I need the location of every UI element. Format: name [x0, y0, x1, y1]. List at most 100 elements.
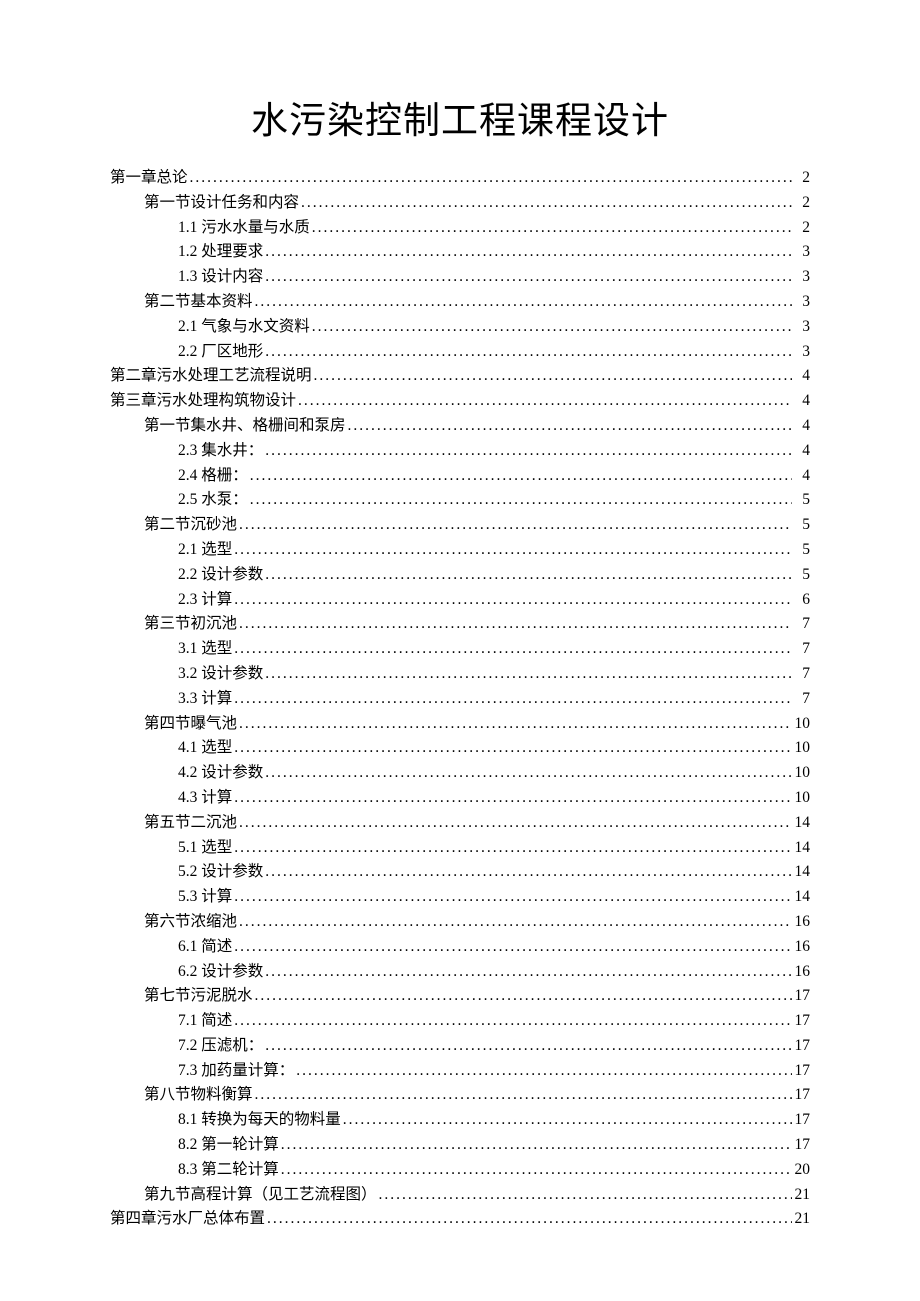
toc-entry[interactable]: 2.5 水泵：5	[110, 488, 810, 513]
toc-entry[interactable]: 第三章污水处理构筑物设计4	[110, 389, 810, 414]
toc-entry-label: 第一章总论	[110, 166, 188, 191]
toc-entry[interactable]: 第一节集水井、格栅间和泵房4	[110, 414, 810, 439]
toc-leader-dots	[253, 984, 792, 1009]
toc-entry-label: 2.5 水泵：	[178, 488, 248, 513]
toc-leader-dots	[232, 538, 792, 563]
toc-entry-label: 3.2 设计参数	[178, 662, 263, 687]
toc-leader-dots	[310, 216, 792, 241]
toc-entry-label: 2.3 计算	[178, 588, 232, 613]
toc-entry[interactable]: 2.2 设计参数5	[110, 563, 810, 588]
toc-entry-page: 21	[792, 1207, 810, 1232]
toc-leader-dots	[253, 1083, 792, 1108]
toc-entry-page: 5	[792, 563, 810, 588]
toc-entry[interactable]: 5.2 设计参数14	[110, 860, 810, 885]
toc-leader-dots	[263, 960, 792, 985]
toc-entry-label: 第四章污水厂总体布置	[110, 1207, 265, 1232]
toc-entry-label: 3.1 选型	[178, 637, 232, 662]
toc-entry-page: 2	[792, 216, 810, 241]
toc-entry-page: 14	[792, 836, 810, 861]
toc-entry-page: 16	[792, 935, 810, 960]
toc-leader-dots	[232, 786, 792, 811]
toc-entry-label: 8.3 第二轮计算	[178, 1158, 279, 1183]
toc-entry-page: 16	[792, 910, 810, 935]
toc-leader-dots	[232, 637, 792, 662]
toc-entry[interactable]: 6.1 简述16	[110, 935, 810, 960]
toc-entry-page: 16	[792, 960, 810, 985]
toc-entry[interactable]: 第二节基本资料3	[110, 290, 810, 315]
toc-entry[interactable]: 2.2 厂区地形 3	[110, 340, 810, 365]
toc-entry-page: 2	[792, 166, 810, 191]
toc-entry[interactable]: 5.3 计算14	[110, 885, 810, 910]
toc-entry[interactable]: 第一章总论 2	[110, 166, 810, 191]
toc-entry-label: 第六节浓缩池	[144, 910, 237, 935]
toc-entry[interactable]: 第一节设计任务和内容2	[110, 191, 810, 216]
toc-entry[interactable]: 7.1 简述17	[110, 1009, 810, 1034]
toc-entry[interactable]: 第四章污水厂总体布置 21	[110, 1207, 810, 1232]
toc-entry-label: 第七节污泥脱水	[144, 984, 253, 1009]
toc-entry[interactable]: 2.4 格栅：4	[110, 464, 810, 489]
toc-entry-page: 14	[792, 860, 810, 885]
toc-entry[interactable]: 第四节曝气池10	[110, 712, 810, 737]
toc-entry[interactable]: 5.1 选型14	[110, 836, 810, 861]
toc-leader-dots	[263, 662, 792, 687]
toc-entry-label: 1.1 污水水量与水质	[178, 216, 310, 241]
toc-leader-dots	[341, 1108, 792, 1133]
toc-entry[interactable]: 1.2 处理要求 3	[110, 240, 810, 265]
toc-entry[interactable]: 第八节物料衡算17	[110, 1083, 810, 1108]
toc-entry[interactable]: 2.3 计算 6	[110, 588, 810, 613]
toc-entry-label: 7.3 加药量计算：	[178, 1059, 294, 1084]
toc-leader-dots	[232, 588, 792, 613]
toc-entry[interactable]: 8.2 第一轮计算17	[110, 1133, 810, 1158]
toc-entry-page: 4	[792, 389, 810, 414]
toc-entry[interactable]: 3.1 选型 7	[110, 637, 810, 662]
toc-entry[interactable]: 第六节浓缩池 16	[110, 910, 810, 935]
toc-entry-label: 5.3 计算	[178, 885, 232, 910]
toc-entry-label: 7.2 压滤机：	[178, 1034, 263, 1059]
toc-entry[interactable]: 4.1 选型10	[110, 736, 810, 761]
toc-leader-dots	[232, 1009, 792, 1034]
toc-entry-label: 第三节初沉池	[144, 612, 237, 637]
toc-leader-dots	[232, 935, 792, 960]
toc-entry[interactable]: 7.3 加药量计算：17	[110, 1059, 810, 1084]
toc-entry-label: 4.3 计算	[178, 786, 232, 811]
toc-leader-dots	[263, 439, 792, 464]
toc-entry[interactable]: 第二章污水处理工艺流程说明4	[110, 364, 810, 389]
toc-entry[interactable]: 3.3 计算7	[110, 687, 810, 712]
toc-entry[interactable]: 8.1 转换为每天的物料量17	[110, 1108, 810, 1133]
toc-entry-page: 3	[792, 240, 810, 265]
toc-leader-dots	[248, 488, 792, 513]
toc-entry-page: 7	[792, 662, 810, 687]
toc-entry[interactable]: 第九节高程计算（见工艺流程图）21	[110, 1183, 810, 1208]
toc-entry-label: 4.1 选型	[178, 736, 232, 761]
toc-entry-page: 4	[792, 414, 810, 439]
toc-entry[interactable]: 7.2 压滤机：17	[110, 1034, 810, 1059]
toc-entry[interactable]: 4.3 计算10	[110, 786, 810, 811]
toc-entry-page: 20	[792, 1158, 810, 1183]
toc-leader-dots	[310, 315, 792, 340]
toc-entry[interactable]: 1.3 设计内容3	[110, 265, 810, 290]
toc-entry[interactable]: 6.2 设计参数16	[110, 960, 810, 985]
toc-entry[interactable]: 3.2 设计参数 7	[110, 662, 810, 687]
toc-entry[interactable]: 第二节沉砂池5	[110, 513, 810, 538]
toc-entry-page: 6	[792, 588, 810, 613]
toc-entry-label: 1.2 处理要求	[178, 240, 263, 265]
toc-entry[interactable]: 1.1 污水水量与水质 2	[110, 216, 810, 241]
toc-entry[interactable]: 2.1 气象与水文资料3	[110, 315, 810, 340]
toc-entry-label: 2.2 厂区地形	[178, 340, 263, 365]
toc-entry[interactable]: 2.1 选型5	[110, 538, 810, 563]
toc-leader-dots	[237, 513, 792, 538]
toc-entry[interactable]: 2.3 集水井：4	[110, 439, 810, 464]
toc-entry[interactable]: 8.3 第二轮计算 20	[110, 1158, 810, 1183]
toc-entry[interactable]: 第七节污泥脱水17	[110, 984, 810, 1009]
toc-entry-label: 第九节高程计算（见工艺流程图）	[144, 1183, 377, 1208]
toc-entry-label: 2.3 集水井：	[178, 439, 263, 464]
toc-leader-dots	[232, 687, 792, 712]
toc-entry[interactable]: 4.2 设计参数10	[110, 761, 810, 786]
toc-entry-page: 3	[792, 340, 810, 365]
toc-entry[interactable]: 第三节初沉池7	[110, 612, 810, 637]
toc-entry[interactable]: 第五节二沉池14	[110, 811, 810, 836]
toc-entry-page: 7	[792, 637, 810, 662]
toc-entry-page: 5	[792, 513, 810, 538]
toc-entry-label: 第二节基本资料	[144, 290, 253, 315]
toc-leader-dots	[377, 1183, 792, 1208]
